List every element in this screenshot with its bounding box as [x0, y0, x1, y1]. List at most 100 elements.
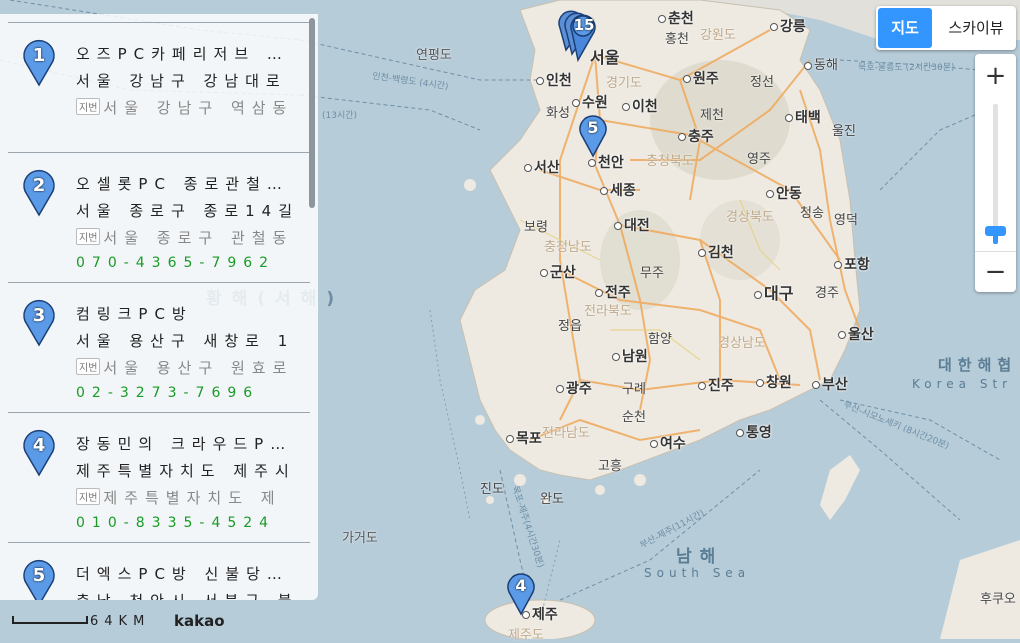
jibun-tag: 지번 [76, 228, 101, 245]
jibun-tag: 지번 [76, 488, 101, 505]
result-jibun: 지번 서울 강남구 역삼동 [76, 97, 313, 118]
sea-label-south-en: South Sea [644, 566, 751, 580]
city-jindo: 진도 [480, 478, 504, 497]
result-jibun: 지번 서울 종로구 관철동 [76, 227, 313, 248]
city-gangneung: 강릉 [770, 16, 806, 36]
province-jejudo: 제주도 [508, 628, 544, 643]
city-chuncheon: 춘천 [658, 8, 694, 28]
city-jecheon: 제천 [700, 104, 724, 123]
marker-5-number: 5 [587, 118, 599, 137]
result-item[interactable]: 1 오즈PC카페리저브 … 서울 강남구 강남대로 지번 서울 강남구 역삼동 [8, 22, 310, 153]
result-jibun-address: 제주특별자치도 제 [103, 489, 282, 507]
city-icheon: 이천 [622, 96, 658, 116]
search-results-panel[interactable]: 1 오즈PC카페리저브 … 서울 강남구 강남대로 지번 서울 강남구 역삼동 2… [0, 14, 318, 600]
province-chungbuk: 충청북도 [646, 154, 694, 169]
map-marker-4[interactable]: 4 [506, 572, 536, 616]
result-phone: 02-3273-7696 [76, 385, 260, 401]
city-suncheon: 순천 [622, 406, 646, 425]
city-namwon: 남원 [612, 346, 648, 366]
result-address: 서울 종로구 종로14길 [76, 202, 300, 220]
city-boryeong-label: 보령 [524, 220, 548, 235]
result-jibun-address: 서울 용산구 원효로 [103, 359, 294, 377]
city-icheon-label: 이천 [632, 99, 658, 115]
result-address: 서울 용산구 새창로 1 [76, 332, 295, 350]
result-name[interactable]: 더엑스PC방 신불당… [76, 563, 289, 584]
marker-4-number: 4 [515, 576, 527, 595]
city-suwon: 수원 [572, 92, 608, 112]
province-gyeongbuk: 경상북도 [726, 210, 774, 225]
city-hwaseong: 화성 [546, 102, 570, 121]
city-tongyeong: 통영 [736, 422, 772, 442]
city-hongcheon-label: 홍천 [665, 32, 689, 47]
result-item[interactable]: 3 컴링크PC방 서울 용산구 새창로 1 지번 서울 용산구 원효로 02-32… [8, 283, 310, 413]
map-marker-cluster[interactable]: 15 [556, 10, 600, 66]
scale-bar [12, 616, 88, 624]
result-name[interactable]: 오셀롯PC 종로관철… [76, 173, 289, 194]
province-chungnam: 충청남도 [544, 240, 592, 255]
city-yeosu: 여수 [650, 433, 686, 453]
zoom-out-button[interactable]: − [975, 251, 1016, 292]
city-hamyang: 함양 [648, 328, 672, 347]
zoom-in-button[interactable]: + [975, 56, 1016, 96]
province-jeonnam: 전라남도 [542, 426, 590, 441]
city-gunsan: 군산 [540, 262, 576, 282]
city-donghae-label: 동해 [814, 58, 838, 73]
city-wonju-label: 원주 [693, 71, 719, 87]
city-yeosu-label: 여수 [660, 436, 686, 452]
province-gangwon: 강원도 [700, 28, 736, 43]
city-cheongsong: 청송 [800, 202, 824, 221]
city-jinju-label: 진주 [708, 378, 734, 394]
result-name[interactable]: 오즈PC카페리저브 … [76, 43, 289, 64]
city-incheon-label: 인천 [546, 73, 572, 89]
city-daejeon: 대전 [614, 215, 650, 235]
city-pohang: 포항 [834, 254, 870, 274]
zoom-slider-track[interactable] [993, 104, 998, 244]
result-jibun: 지번 제주특별자치도 제 [76, 487, 313, 508]
scale-label: 64KM [90, 614, 151, 629]
city-muju: 무주 [640, 262, 664, 281]
result-pin-icon: 2 [22, 169, 56, 217]
zoom-slider-handle[interactable] [985, 226, 1006, 236]
result-phone: 010-8335-4524 [76, 515, 276, 531]
result-item[interactable]: 5 더엑스PC방 신불당… 충남 천안시 서북구 불 지번충남 천안시 서북구 [8, 543, 310, 600]
result-pin-icon: 4 [22, 429, 56, 477]
city-uljin-label: 울진 [832, 124, 856, 139]
city-busan-label: 부산 [822, 377, 848, 393]
result-pin-icon: 3 [22, 299, 56, 347]
map-view-button[interactable]: 지도 [878, 8, 932, 48]
map-marker-5[interactable]: 5 [578, 114, 608, 158]
result-jibun-address: 서울 강남구 역삼동 [103, 99, 294, 117]
city-goheung: 고흥 [598, 455, 622, 474]
city-changwon-label: 창원 [766, 375, 792, 391]
city-tongyeong-label: 통영 [746, 425, 772, 441]
city-yeongju: 영주 [747, 148, 771, 167]
city-jeonju: 전주 [595, 282, 631, 302]
city-gurye-label: 구례 [622, 382, 646, 397]
city-ulsan-label: 울산 [848, 327, 874, 343]
city-muju-label: 무주 [640, 266, 664, 281]
city-jeongseon-label: 정선 [750, 75, 774, 90]
city-chuncheon-label: 춘천 [668, 11, 694, 27]
city-seosan: 서산 [524, 157, 560, 177]
city-andong-label: 안동 [776, 186, 802, 202]
city-andong: 안동 [766, 183, 802, 203]
sea-label-south: 남해 [676, 547, 724, 567]
result-pin-number: 5 [32, 565, 46, 586]
city-cheongsong-label: 청송 [800, 206, 824, 221]
city-mokpo-label: 목포 [516, 431, 542, 447]
city-jindo-label: 진도 [480, 482, 504, 497]
city-gurye: 구례 [622, 378, 646, 397]
result-item[interactable]: 2 오셀롯PC 종로관철… 서울 종로구 종로14길 지번 서울 종로구 관철동 … [8, 153, 310, 283]
city-goheung-label: 고흥 [598, 459, 622, 474]
city-boryeong: 보령 [524, 216, 548, 235]
city-suwon-label: 수원 [582, 95, 608, 111]
city-gangneung-label: 강릉 [780, 19, 806, 35]
results-scrollbar[interactable] [309, 18, 315, 208]
city-chungju-label: 충주 [688, 129, 714, 145]
skyview-button[interactable]: 스카이뷰 [938, 8, 1014, 48]
result-name[interactable]: 장동민의 크라우드P… [76, 433, 292, 454]
city-gunsan-label: 군산 [550, 265, 576, 281]
result-name[interactable]: 컴링크PC방 [76, 303, 193, 324]
result-item[interactable]: 4 장동민의 크라우드P… 제주특별자치도 제주시 지번 제주특별자치도 제 01… [8, 413, 310, 543]
zoom-control: + − [975, 54, 1016, 292]
